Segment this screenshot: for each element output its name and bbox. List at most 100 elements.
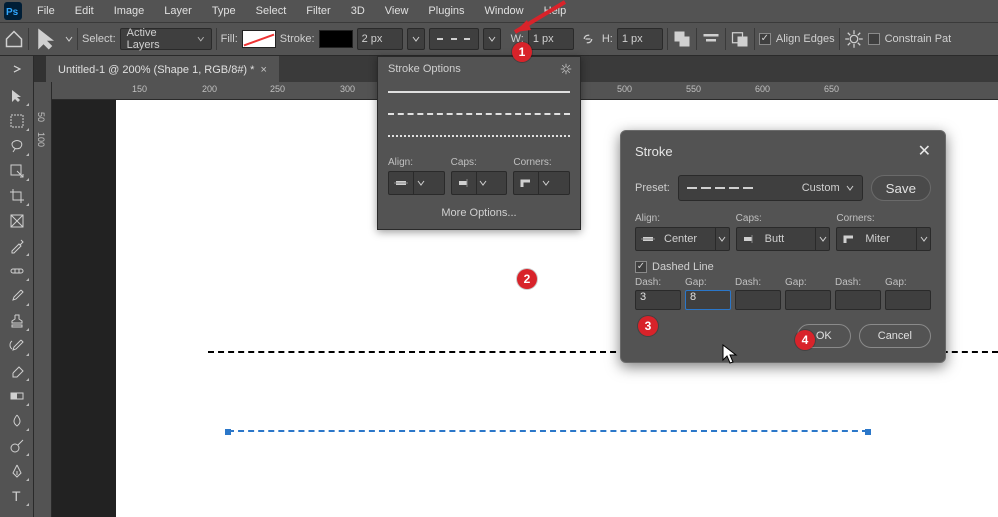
tab-title: Untitled-1 @ 200% (Shape 1, RGB/8#) *: [58, 64, 254, 76]
dash2-input[interactable]: [735, 290, 781, 310]
anchor-handle[interactable]: [865, 429, 871, 435]
select-mode-value: Active Layers: [127, 27, 189, 51]
align-dropdown[interactable]: Center: [635, 227, 730, 251]
align-center-icon: [636, 232, 660, 246]
stroke-width-dropdown[interactable]: [407, 28, 425, 50]
ruler-tick: 300: [340, 84, 355, 94]
crop-tool[interactable]: [3, 184, 31, 208]
more-options-button[interactable]: More Options...: [388, 207, 570, 219]
move-tool[interactable]: [3, 84, 31, 108]
menu-view[interactable]: View: [376, 2, 418, 20]
stroke-swatch[interactable]: [319, 30, 353, 48]
constrain-path-checkbox[interactable]: Constrain Pat: [868, 33, 952, 45]
stroke-type-dropdown[interactable]: [429, 28, 479, 50]
stroke-type-dropdown-chevron[interactable]: [483, 28, 501, 50]
preset-dropdown[interactable]: Custom: [678, 175, 863, 201]
lasso-tool[interactable]: [3, 134, 31, 158]
cursor-icon: [722, 344, 738, 364]
corners-dropdown[interactable]: [513, 171, 570, 195]
caps-value: Butt: [761, 233, 816, 245]
dashed-line-label: Dashed Line: [652, 261, 714, 273]
frame-tool[interactable]: [3, 209, 31, 233]
height-value: 1 px: [622, 33, 643, 45]
corners-label: Corners:: [513, 157, 570, 168]
select-mode-dropdown[interactable]: Active Layers: [120, 28, 212, 50]
dash3-input[interactable]: [835, 290, 881, 310]
dash-label: Dash:: [835, 277, 881, 288]
gap1-input[interactable]: 8: [685, 290, 731, 310]
home-icon[interactable]: [4, 29, 24, 49]
gear-icon[interactable]: [560, 63, 572, 78]
dash-label: Dash:: [635, 277, 681, 288]
cap-butt-icon: [452, 176, 476, 190]
save-preset-button[interactable]: Save: [871, 175, 931, 201]
corners-value: Miter: [861, 233, 916, 245]
select-label: Select:: [82, 33, 116, 45]
stroke-preset-dashed[interactable]: [388, 103, 570, 125]
link-icon[interactable]: [578, 29, 598, 49]
path-operations-icon[interactable]: [672, 29, 692, 49]
heal-tool[interactable]: [3, 259, 31, 283]
menu-filter[interactable]: Filter: [297, 2, 339, 20]
cancel-button[interactable]: Cancel: [859, 324, 931, 348]
divider: [696, 28, 697, 50]
ruler-tick: 500: [617, 84, 632, 94]
chevron-down-icon[interactable]: [65, 35, 73, 43]
history-brush-tool[interactable]: [3, 334, 31, 358]
close-icon[interactable]: ×: [260, 64, 266, 76]
gear-icon[interactable]: [844, 29, 864, 49]
stamp-tool[interactable]: [3, 309, 31, 333]
ruler-vertical[interactable]: 50 100: [34, 82, 52, 517]
stroke-preset-solid[interactable]: [388, 81, 570, 103]
ruler-tick: 150: [132, 84, 147, 94]
close-icon[interactable]: ✕: [918, 141, 931, 161]
fill-swatch[interactable]: [242, 30, 276, 48]
menu-edit[interactable]: Edit: [66, 2, 103, 20]
align-center-icon: [389, 176, 413, 190]
arrange-icon[interactable]: [730, 29, 750, 49]
blur-tool[interactable]: [3, 409, 31, 433]
gap3-input[interactable]: [885, 290, 931, 310]
menu-file[interactable]: File: [28, 2, 64, 20]
pasteboard: [52, 100, 116, 517]
stroke-options-popover: Stroke Options Align: Caps: Corners:: [377, 56, 581, 230]
corners-dropdown[interactable]: Miter: [836, 227, 931, 251]
move-tool-indicator-icon[interactable]: [33, 29, 61, 49]
menu-image[interactable]: Image: [105, 2, 154, 20]
pen-tool[interactable]: [3, 459, 31, 483]
preset-label: Preset:: [635, 182, 670, 194]
type-tool[interactable]: T: [3, 484, 31, 508]
dash1-input[interactable]: 3: [635, 290, 681, 310]
stroke-width-input[interactable]: 2 px: [357, 28, 403, 50]
menu-plugins[interactable]: Plugins: [419, 2, 473, 20]
gradient-tool[interactable]: [3, 384, 31, 408]
align-dropdown[interactable]: [388, 171, 445, 195]
menu-layer[interactable]: Layer: [155, 2, 201, 20]
marquee-tool[interactable]: [3, 109, 31, 133]
height-input[interactable]: 1 px: [617, 28, 663, 50]
menu-type[interactable]: Type: [203, 2, 245, 20]
dodge-tool[interactable]: [3, 434, 31, 458]
eyedropper-tool[interactable]: [3, 234, 31, 258]
svg-text:Ps: Ps: [6, 7, 19, 18]
align-icon[interactable]: [701, 29, 721, 49]
gap2-input[interactable]: [785, 290, 831, 310]
divider: [839, 28, 840, 50]
caps-label: Caps:: [451, 157, 508, 168]
dashed-line-checkbox[interactable]: Dashed Line: [635, 261, 931, 273]
menu-select[interactable]: Select: [247, 2, 296, 20]
eraser-tool[interactable]: [3, 359, 31, 383]
caps-dropdown[interactable]: [451, 171, 508, 195]
anchor-handle[interactable]: [225, 429, 231, 435]
selected-path[interactable]: [228, 430, 868, 432]
align-edges-checkbox[interactable]: Align Edges: [759, 33, 835, 45]
menu-3d[interactable]: 3D: [342, 2, 374, 20]
object-select-tool[interactable]: [3, 159, 31, 183]
options-bar: Select: Active Layers Fill: Stroke: 2 px…: [0, 22, 998, 56]
stroke-preset-dotted[interactable]: [388, 125, 570, 147]
ruler-tick: 550: [686, 84, 701, 94]
caps-dropdown[interactable]: Butt: [736, 227, 831, 251]
brush-tool[interactable]: [3, 284, 31, 308]
dock-toggle[interactable]: [0, 56, 34, 82]
document-tab[interactable]: Untitled-1 @ 200% (Shape 1, RGB/8#) * ×: [46, 56, 279, 82]
